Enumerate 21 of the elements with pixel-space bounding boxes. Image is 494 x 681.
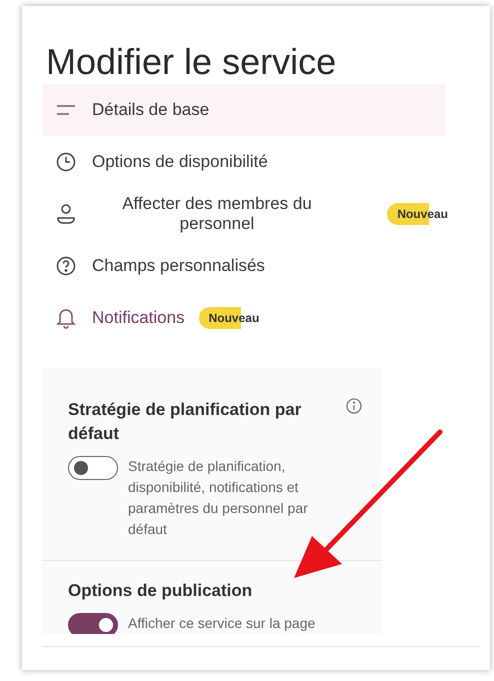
toggle-description: Afficher ce service sur la page bbox=[128, 614, 316, 633]
bell-icon bbox=[56, 307, 76, 329]
nav-label: Options de disponibilité bbox=[92, 152, 268, 172]
toggle-description: Stratégie de planification, disponibilité, notifications et paramètres du personnel par défaut bbox=[128, 457, 309, 539]
nav-label: Détails de base bbox=[92, 100, 210, 120]
menu-icon bbox=[55, 103, 77, 117]
section-title: Stratégie de planification par défaut bbox=[68, 399, 302, 445]
page-title: Modifier le service bbox=[45, 40, 338, 84]
nav-label: Affecter des membres du personnel bbox=[121, 194, 313, 234]
toggle-switch[interactable] bbox=[68, 456, 118, 480]
toggle-switch[interactable] bbox=[68, 613, 118, 634]
nav-item[interactable]: Champs personnalisés bbox=[42, 240, 446, 292]
person-icon bbox=[56, 203, 76, 225]
nav-label: Champs personnalisés bbox=[92, 256, 265, 276]
section-title: Options de publication bbox=[68, 580, 254, 602]
clock-icon bbox=[56, 152, 76, 172]
nav-item[interactable]: Détails de base bbox=[42, 84, 446, 136]
nav-label: Notifications bbox=[92, 308, 185, 328]
help-icon bbox=[56, 256, 76, 276]
info-icon[interactable] bbox=[346, 398, 362, 414]
nav-item[interactable]: Options de disponibilité bbox=[42, 136, 446, 188]
